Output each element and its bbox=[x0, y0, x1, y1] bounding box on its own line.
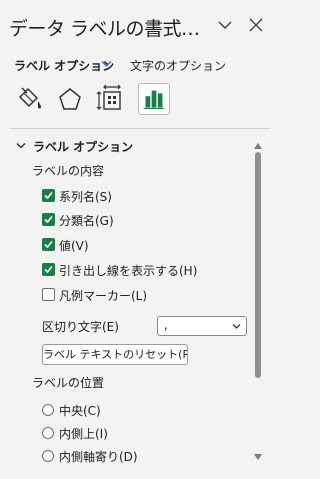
scrollbar-thumb[interactable] bbox=[255, 152, 261, 378]
divider bbox=[9, 128, 271, 129]
checkbox[interactable] bbox=[42, 213, 55, 226]
separator-row: 区切り文字(E) , bbox=[42, 316, 252, 338]
label-options-tab[interactable] bbox=[138, 83, 170, 115]
checkbox[interactable] bbox=[42, 288, 55, 301]
radio-inside-end[interactable]: 内側上(I) bbox=[42, 425, 192, 443]
checkbox-value[interactable]: 値(V) bbox=[42, 237, 242, 255]
fill-line-icon[interactable] bbox=[14, 84, 44, 114]
checkbox-label: 引き出し線を表示する(H) bbox=[59, 264, 198, 278]
close-icon[interactable] bbox=[249, 18, 263, 32]
checkbox[interactable] bbox=[42, 238, 55, 251]
scroll-up-arrow-icon[interactable] bbox=[254, 143, 262, 149]
checkbox-label: 分類名(G) bbox=[59, 214, 114, 228]
checkbox[interactable] bbox=[42, 189, 55, 202]
chevron-down-icon bbox=[232, 324, 241, 329]
tab-label-options[interactable]: ラベル オプション bbox=[14, 57, 114, 74]
reset-label-text-button[interactable]: ラベル テキストのリセット(R) bbox=[42, 344, 188, 365]
radio-button[interactable] bbox=[42, 450, 54, 462]
checkbox-label: 系列名(S) bbox=[59, 190, 112, 204]
checkmark-icon bbox=[44, 191, 53, 200]
scrollbar[interactable] bbox=[252, 138, 264, 466]
radio-button[interactable] bbox=[42, 427, 54, 439]
radio-button[interactable] bbox=[42, 404, 54, 416]
checkbox-show-leader-lines[interactable]: 引き出し線を表示する(H) bbox=[42, 262, 242, 280]
chevron-down-icon[interactable] bbox=[218, 20, 232, 30]
pane-title-bar: データ ラベルの書式… bbox=[0, 0, 281, 48]
separator-value: , bbox=[164, 318, 168, 332]
section-title: ラベル オプション bbox=[33, 140, 134, 154]
radio-label: 内側上(I) bbox=[59, 427, 108, 441]
label-contents-heading: ラベルの内容 bbox=[32, 164, 105, 178]
checkmark-icon bbox=[44, 215, 53, 224]
chevron-down-icon[interactable] bbox=[101, 60, 112, 68]
checkmark-icon bbox=[44, 265, 53, 274]
options-tabs: ラベル オプション 文字のオプション bbox=[0, 52, 281, 78]
separator-label: 区切り文字(E) bbox=[42, 320, 119, 334]
size-properties-icon[interactable] bbox=[96, 84, 126, 114]
chevron-down-icon bbox=[16, 142, 26, 149]
format-category-bar bbox=[0, 80, 281, 120]
scroll-down-arrow-icon[interactable] bbox=[254, 454, 262, 460]
checkbox-label: 凡例マーカー(L) bbox=[59, 289, 148, 303]
tab-text-options[interactable]: 文字のオプション bbox=[130, 57, 226, 74]
radio-label: 内側軸寄り(D) bbox=[59, 450, 138, 464]
radio-label: 中央(C) bbox=[59, 404, 101, 418]
radio-center[interactable]: 中央(C) bbox=[42, 402, 192, 420]
checkbox-legend-key[interactable]: 凡例マーカー(L) bbox=[42, 287, 242, 305]
checkbox-category-name[interactable]: 分類名(G) bbox=[42, 212, 242, 230]
checkbox-series-name[interactable]: 系列名(S) bbox=[42, 188, 242, 206]
checkbox[interactable] bbox=[42, 263, 55, 276]
radio-inside-base[interactable]: 内側軸寄り(D) bbox=[42, 448, 192, 466]
checkmark-icon bbox=[44, 240, 53, 249]
separator-dropdown[interactable]: , bbox=[157, 316, 247, 336]
effects-icon[interactable] bbox=[55, 84, 85, 114]
pane-title: データ ラベルの書式… bbox=[9, 18, 200, 40]
label-options-chart-icon bbox=[143, 90, 165, 109]
label-position-heading: ラベルの位置 bbox=[32, 376, 105, 390]
section-header-label-options[interactable]: ラベル オプション bbox=[14, 137, 244, 155]
checkbox-label: 値(V) bbox=[59, 239, 89, 253]
